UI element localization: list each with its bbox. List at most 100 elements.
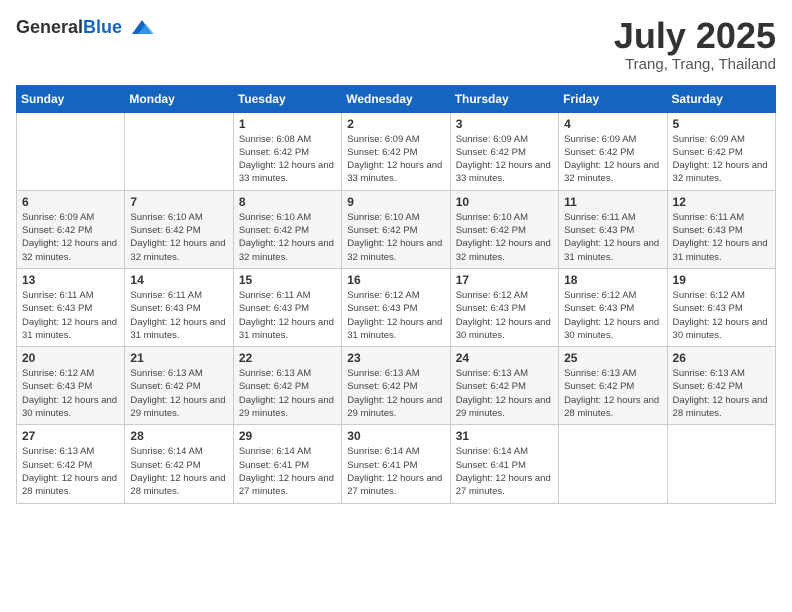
day-number: 15 [239,273,336,287]
day-number: 9 [347,195,444,209]
day-number: 28 [130,429,227,443]
weekday-header-saturday: Saturday [667,85,775,112]
calendar-cell: 11 Sunrise: 6:11 AMSunset: 6:43 PMDayligh… [559,190,667,268]
cell-info: Sunrise: 6:10 AMSunset: 6:42 PMDaylight:… [239,211,336,264]
day-number: 21 [130,351,227,365]
week-row-5: 27 Sunrise: 6:13 AMSunset: 6:42 PMDayligh… [17,425,776,503]
calendar-cell: 8 Sunrise: 6:10 AMSunset: 6:42 PMDaylight… [233,190,341,268]
cell-info: Sunrise: 6:13 AMSunset: 6:42 PMDaylight:… [456,367,553,420]
cell-info: Sunrise: 6:14 AMSunset: 6:41 PMDaylight:… [239,445,336,498]
cell-info: Sunrise: 6:11 AMSunset: 6:43 PMDaylight:… [22,289,119,342]
day-number: 27 [22,429,119,443]
calendar-cell: 17 Sunrise: 6:12 AMSunset: 6:43 PMDayligh… [450,268,558,346]
calendar-cell: 14 Sunrise: 6:11 AMSunset: 6:43 PMDayligh… [125,268,233,346]
logo-text-general: GeneralBlue [16,17,122,38]
calendar-cell: 30 Sunrise: 6:14 AMSunset: 6:41 PMDayligh… [342,425,450,503]
cell-info: Sunrise: 6:10 AMSunset: 6:42 PMDaylight:… [456,211,553,264]
calendar-cell: 25 Sunrise: 6:13 AMSunset: 6:42 PMDayligh… [559,347,667,425]
day-number: 3 [456,117,553,131]
calendar-cell: 15 Sunrise: 6:11 AMSunset: 6:43 PMDayligh… [233,268,341,346]
cell-info: Sunrise: 6:11 AMSunset: 6:43 PMDaylight:… [130,289,227,342]
day-number: 12 [673,195,770,209]
weekday-header-tuesday: Tuesday [233,85,341,112]
calendar-cell: 3 Sunrise: 6:09 AMSunset: 6:42 PMDaylight… [450,112,558,190]
weekday-row: SundayMondayTuesdayWednesdayThursdayFrid… [17,85,776,112]
calendar-cell [559,425,667,503]
cell-info: Sunrise: 6:13 AMSunset: 6:42 PMDaylight:… [239,367,336,420]
cell-info: Sunrise: 6:14 AMSunset: 6:41 PMDaylight:… [347,445,444,498]
calendar-cell: 26 Sunrise: 6:13 AMSunset: 6:42 PMDayligh… [667,347,775,425]
cell-info: Sunrise: 6:12 AMSunset: 6:43 PMDaylight:… [347,289,444,342]
cell-info: Sunrise: 6:11 AMSunset: 6:43 PMDaylight:… [564,211,661,264]
day-number: 11 [564,195,661,209]
day-number: 13 [22,273,119,287]
calendar-cell: 21 Sunrise: 6:13 AMSunset: 6:42 PMDayligh… [125,347,233,425]
calendar-cell: 10 Sunrise: 6:10 AMSunset: 6:42 PMDayligh… [450,190,558,268]
calendar-cell: 13 Sunrise: 6:11 AMSunset: 6:43 PMDayligh… [17,268,125,346]
week-row-4: 20Sunrise: 6:12 AMSunset: 6:43 PMDayligh… [17,347,776,425]
day-number: 10 [456,195,553,209]
calendar-cell: 16Sunrise: 6:12 AMSunset: 6:43 PMDayligh… [342,268,450,346]
cell-info: Sunrise: 6:10 AMSunset: 6:42 PMDaylight:… [130,211,227,264]
calendar-cell: 31Sunrise: 6:14 AMSunset: 6:41 PMDayligh… [450,425,558,503]
calendar-cell: 9 Sunrise: 6:10 AMSunset: 6:42 PMDaylight… [342,190,450,268]
day-number: 19 [673,273,770,287]
location-title: Trang, Trang, Thailand [614,56,776,73]
calendar-cell: 28 Sunrise: 6:14 AMSunset: 6:42 PMDayligh… [125,425,233,503]
month-title: July 2025 [614,16,776,56]
cell-info: Sunrise: 6:09 AMSunset: 6:42 PMDaylight:… [456,133,553,186]
day-number: 18 [564,273,661,287]
calendar-cell: 1Sunrise: 6:08 AMSunset: 6:42 PMDaylight… [233,112,341,190]
cell-info: Sunrise: 6:13 AMSunset: 6:42 PMDaylight:… [564,367,661,420]
cell-info: Sunrise: 6:11 AMSunset: 6:43 PMDaylight:… [673,211,770,264]
day-number: 26 [673,351,770,365]
cell-info: Sunrise: 6:12 AMSunset: 6:43 PMDaylight:… [673,289,770,342]
weekday-header-monday: Monday [125,85,233,112]
cell-info: Sunrise: 6:09 AMSunset: 6:42 PMDaylight:… [673,133,770,186]
cell-info: Sunrise: 6:12 AMSunset: 6:43 PMDaylight:… [456,289,553,342]
weekday-header-thursday: Thursday [450,85,558,112]
cell-info: Sunrise: 6:10 AMSunset: 6:42 PMDaylight:… [347,211,444,264]
day-number: 14 [130,273,227,287]
day-number: 8 [239,195,336,209]
title-area: July 2025 Trang, Trang, Thailand [614,16,776,73]
weekday-header-wednesday: Wednesday [342,85,450,112]
week-row-1: 1Sunrise: 6:08 AMSunset: 6:42 PMDaylight… [17,112,776,190]
day-number: 2 [347,117,444,131]
cell-info: Sunrise: 6:13 AMSunset: 6:42 PMDaylight:… [22,445,119,498]
day-number: 7 [130,195,227,209]
calendar-cell: 5Sunrise: 6:09 AMSunset: 6:42 PMDaylight… [667,112,775,190]
calendar-cell: 18 Sunrise: 6:12 AMSunset: 6:43 PMDayligh… [559,268,667,346]
calendar-cell [17,112,125,190]
day-number: 1 [239,117,336,131]
calendar-cell: 27 Sunrise: 6:13 AMSunset: 6:42 PMDayligh… [17,425,125,503]
calendar-cell: 12 Sunrise: 6:11 AMSunset: 6:43 PMDayligh… [667,190,775,268]
day-number: 4 [564,117,661,131]
calendar-cell: 29Sunrise: 6:14 AMSunset: 6:41 PMDayligh… [233,425,341,503]
cell-info: Sunrise: 6:14 AMSunset: 6:42 PMDaylight:… [130,445,227,498]
cell-info: Sunrise: 6:13 AMSunset: 6:42 PMDaylight:… [347,367,444,420]
calendar-cell: 24 Sunrise: 6:13 AMSunset: 6:42 PMDayligh… [450,347,558,425]
day-number: 25 [564,351,661,365]
week-row-2: 6 Sunrise: 6:09 AMSunset: 6:42 PMDaylight… [17,190,776,268]
day-number: 17 [456,273,553,287]
day-number: 24 [456,351,553,365]
day-number: 6 [22,195,119,209]
day-number: 23 [347,351,444,365]
logo-icon [128,16,156,38]
cell-info: Sunrise: 6:11 AMSunset: 6:43 PMDaylight:… [239,289,336,342]
cell-info: Sunrise: 6:09 AMSunset: 6:42 PMDaylight:… [22,211,119,264]
weekday-header-sunday: Sunday [17,85,125,112]
cell-info: Sunrise: 6:13 AMSunset: 6:42 PMDaylight:… [673,367,770,420]
day-number: 30 [347,429,444,443]
cell-info: Sunrise: 6:14 AMSunset: 6:41 PMDaylight:… [456,445,553,498]
calendar-table: SundayMondayTuesdayWednesdayThursdayFrid… [16,85,776,504]
calendar-cell: 22Sunrise: 6:13 AMSunset: 6:42 PMDayligh… [233,347,341,425]
cell-info: Sunrise: 6:12 AMSunset: 6:43 PMDaylight:… [564,289,661,342]
calendar-cell [667,425,775,503]
calendar-cell: 7 Sunrise: 6:10 AMSunset: 6:42 PMDaylight… [125,190,233,268]
cell-info: Sunrise: 6:13 AMSunset: 6:42 PMDaylight:… [130,367,227,420]
calendar-cell: 20Sunrise: 6:12 AMSunset: 6:43 PMDayligh… [17,347,125,425]
logo: GeneralBlue [16,16,156,38]
calendar-body: 1Sunrise: 6:08 AMSunset: 6:42 PMDaylight… [17,112,776,503]
